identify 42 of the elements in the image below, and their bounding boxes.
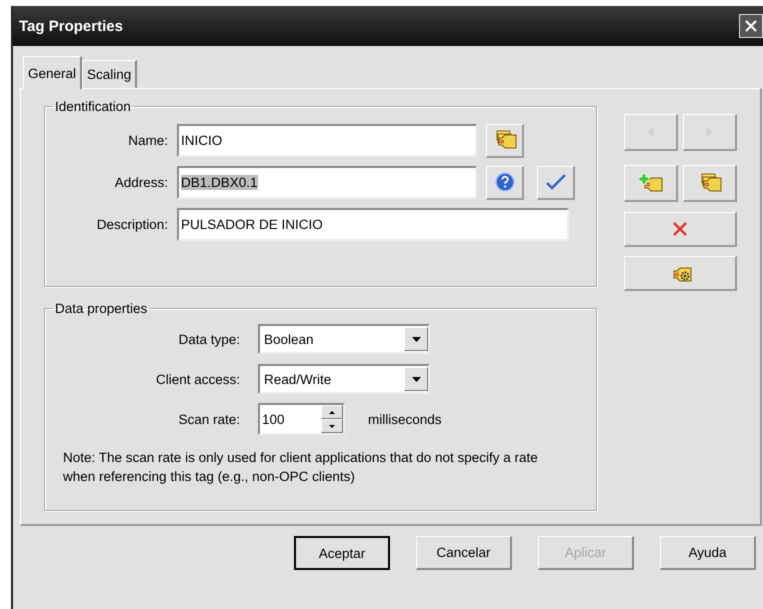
help-button[interactable] — [486, 166, 524, 200]
number-field[interactable]: 100 — [258, 403, 345, 435]
validate-button[interactable] — [537, 166, 575, 200]
close-icon — [745, 20, 757, 32]
help-icon — [494, 172, 514, 192]
text-field[interactable]: DB1.DBX0.1 — [177, 166, 477, 199]
new-button[interactable] — [624, 165, 678, 202]
check-icon — [544, 173, 566, 191]
dropdown-value: Read/Write — [264, 372, 332, 386]
dialog-button[interactable]: Cancelar — [416, 536, 512, 570]
group-title: Identification — [54, 99, 132, 114]
delete-button[interactable] — [624, 212, 737, 247]
field-value: INICIO — [181, 133, 222, 148]
field-label: Name: — [127, 133, 168, 148]
field-value: DB1.DBX0.1 — [181, 175, 258, 190]
field-label: Address: — [114, 175, 168, 190]
settings-button[interactable] — [624, 256, 737, 291]
unit-label: milliseconds — [368, 412, 442, 426]
browse-button[interactable] — [486, 124, 524, 158]
dropdown[interactable]: Boolean — [258, 324, 430, 354]
field-label: Client access: — [154, 372, 240, 386]
text-field[interactable]: PULSADOR DE INICIO — [177, 208, 569, 241]
dropdown[interactable]: Read/Write — [258, 364, 430, 394]
field-value: PULSADOR DE INICIO — [181, 217, 323, 232]
dialog-button[interactable]: Ayuda — [660, 536, 756, 570]
field-value: 100 — [262, 412, 285, 426]
tab[interactable]: Scaling — [82, 60, 138, 88]
field-label: Scan rate: — [177, 412, 240, 426]
dialog-button[interactable]: Aceptar — [294, 536, 390, 570]
field-label: Description: — [96, 217, 168, 232]
close-button[interactable] — [739, 14, 763, 38]
note-text: Note: The scan rate is only used for client applications that do not specify a rate when referencing this tag (e.g., non-OPC clients) — [63, 449, 539, 486]
group-title: Data properties — [54, 301, 148, 316]
field-label: Data type: — [177, 332, 240, 346]
new-tag-icon — [638, 173, 662, 193]
dropdown-value: Boolean — [264, 332, 314, 346]
window-title: Tag Properties — [19, 18, 123, 34]
tab[interactable]: General — [23, 56, 82, 89]
delete-icon — [672, 221, 688, 237]
spin-buttons[interactable] — [321, 405, 343, 433]
text-field[interactable]: INICIO — [177, 124, 477, 157]
copy-button[interactable] — [683, 165, 737, 202]
